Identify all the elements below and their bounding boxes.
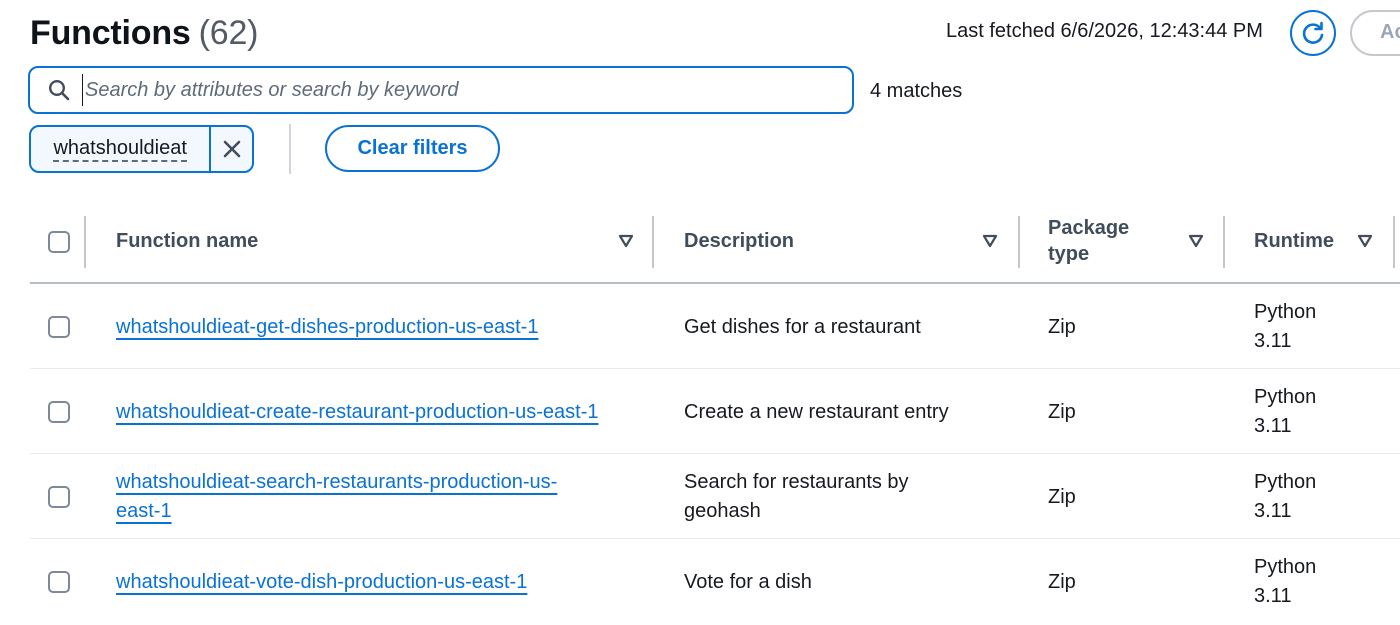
close-icon bbox=[223, 140, 240, 158]
package-type: Zip bbox=[1048, 486, 1076, 508]
last-fetched-text: Last fetched 6/6/2026, 12:43:44 PM bbox=[946, 20, 1263, 42]
filter-token: whatshouldieat bbox=[29, 125, 254, 173]
table-row: whatshouldieat-get-dishes-production-us-… bbox=[30, 284, 1400, 369]
filter-token-text: whatshouldieat bbox=[53, 137, 187, 162]
clear-filters-button[interactable]: Clear filters bbox=[325, 125, 500, 172]
row-checkbox[interactable] bbox=[48, 486, 70, 508]
table-header: Function name Description Package type R… bbox=[30, 200, 1400, 284]
search-input[interactable] bbox=[82, 74, 842, 106]
column-header-package-type[interactable]: Package type bbox=[1020, 200, 1225, 282]
runtime: Python 3.11 bbox=[1254, 386, 1317, 437]
column-header-label: Package type bbox=[1048, 217, 1130, 265]
add-button[interactable]: Ac bbox=[1350, 10, 1400, 56]
row-checkbox[interactable] bbox=[48, 316, 70, 338]
function-name-link[interactable]: whatshouldieat-get-dishes-production-us-… bbox=[116, 316, 538, 338]
sort-caret-icon[interactable] bbox=[1188, 234, 1204, 248]
function-count: (62) bbox=[198, 14, 259, 52]
function-description: Get dishes for a restaurant bbox=[684, 316, 921, 338]
function-description: Create a new restaurant entry bbox=[684, 401, 949, 423]
table-row: whatshouldieat-create-restaurant-product… bbox=[30, 369, 1400, 454]
column-header-label: Runtime bbox=[1254, 229, 1334, 252]
function-name-link[interactable]: whatshouldieat-create-restaurant-product… bbox=[116, 401, 598, 423]
sort-caret-icon[interactable] bbox=[982, 234, 998, 248]
search-box[interactable] bbox=[28, 66, 854, 114]
sort-caret-icon[interactable] bbox=[1357, 234, 1373, 248]
filter-token-label[interactable]: whatshouldieat bbox=[31, 127, 209, 171]
column-header-runtime[interactable]: Runtime bbox=[1225, 200, 1395, 282]
runtime: Python 3.11 bbox=[1254, 556, 1317, 607]
package-type: Zip bbox=[1048, 316, 1076, 338]
table-row: whatshouldieat-search-restaurants-produc… bbox=[30, 454, 1400, 539]
sort-caret-icon[interactable] bbox=[618, 234, 634, 248]
refresh-button[interactable] bbox=[1290, 10, 1336, 56]
function-description: Search for restaurants by geohash bbox=[684, 471, 909, 522]
page-title-text: Functions bbox=[30, 14, 191, 52]
function-description: Vote for a dish bbox=[684, 571, 812, 593]
package-type: Zip bbox=[1048, 571, 1076, 593]
column-header-label: Description bbox=[684, 229, 795, 252]
function-name-link[interactable]: whatshouldieat-vote-dish-production-us-e… bbox=[116, 571, 527, 593]
remove-filter-button[interactable] bbox=[209, 127, 252, 171]
runtime: Python 3.11 bbox=[1254, 471, 1317, 522]
row-checkbox[interactable] bbox=[48, 571, 70, 593]
search-icon bbox=[48, 79, 70, 101]
table-row: whatshouldieat-vote-dish-production-us-e… bbox=[30, 539, 1400, 624]
page-title: Functions (62) bbox=[30, 14, 259, 53]
column-header-description[interactable]: Description bbox=[654, 200, 1020, 282]
refresh-icon bbox=[1302, 21, 1324, 44]
package-type: Zip bbox=[1048, 401, 1076, 423]
function-name-link[interactable]: whatshouldieat-search-restaurants-produc… bbox=[116, 471, 557, 522]
row-checkbox[interactable] bbox=[48, 401, 70, 423]
select-all-checkbox[interactable] bbox=[48, 231, 70, 253]
column-header-function-name[interactable]: Function name bbox=[86, 200, 654, 282]
runtime: Python 3.11 bbox=[1254, 301, 1317, 352]
column-header-label: Function name bbox=[116, 229, 259, 252]
match-count: 4 matches bbox=[870, 80, 963, 102]
filter-divider bbox=[289, 124, 291, 174]
